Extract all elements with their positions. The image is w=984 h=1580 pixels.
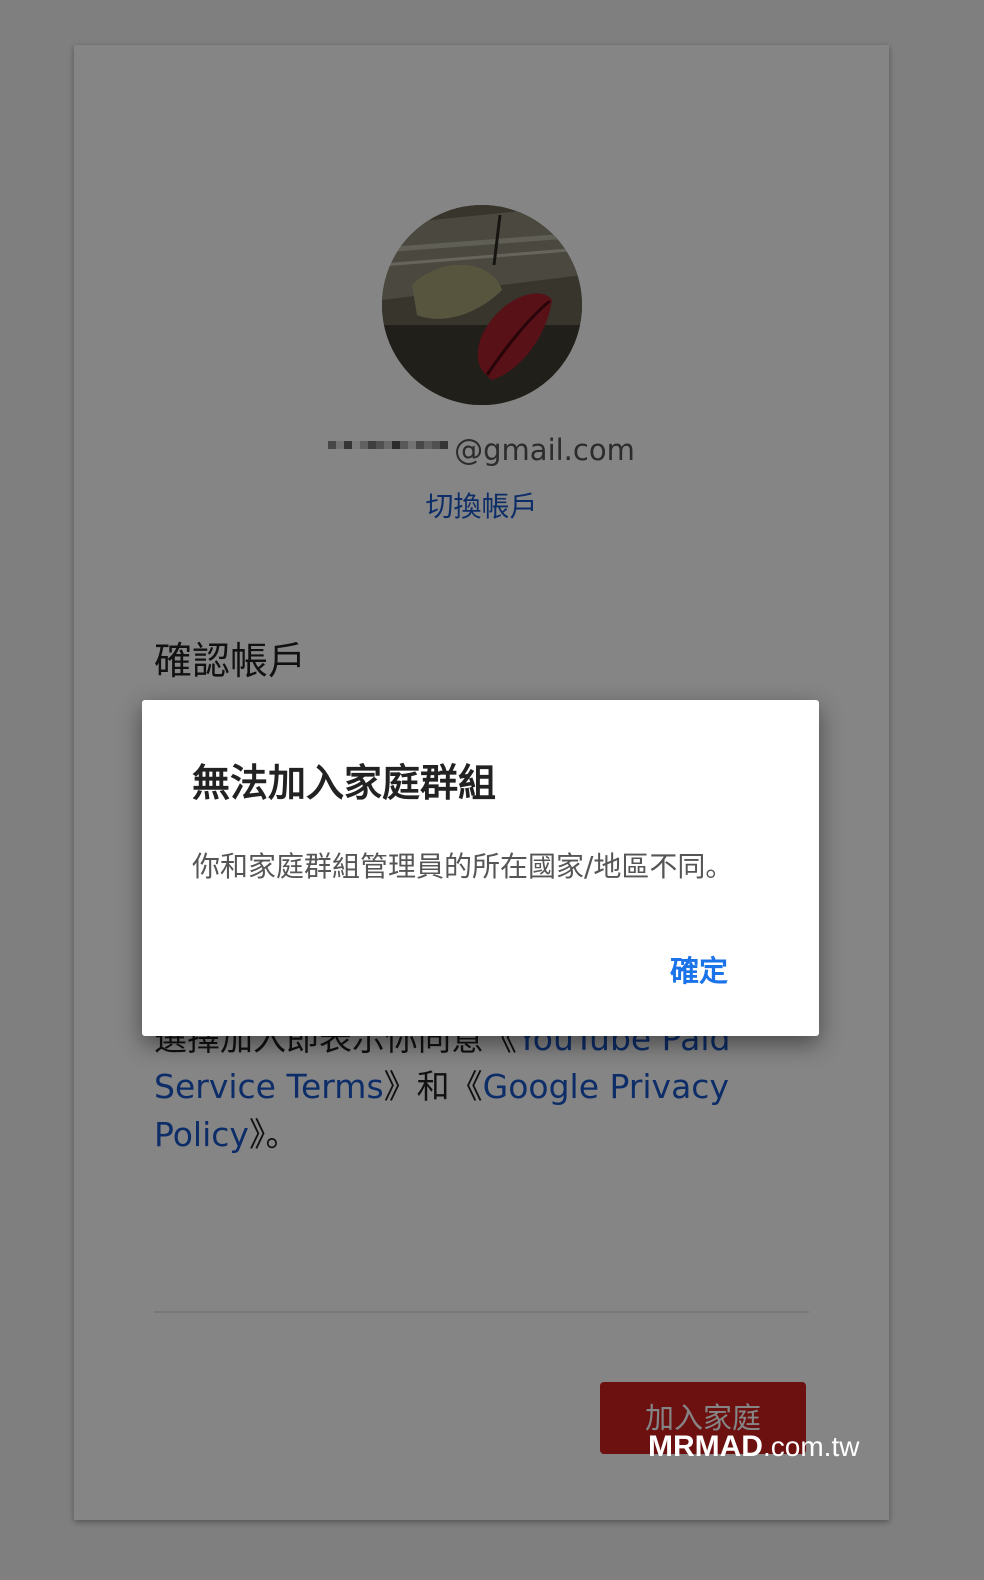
watermark-domain: .com.tw: [762, 1431, 860, 1462]
error-dialog: 無法加入家庭群組 你和家庭群組管理員的所在國家/地區不同。 確定: [142, 700, 819, 1036]
dialog-title: 無法加入家庭群組: [192, 761, 497, 805]
watermark-logo: MRMAD.com.tw: [648, 1430, 859, 1464]
watermark-brand: MRMAD: [648, 1430, 763, 1463]
dialog-message: 你和家庭群組管理員的所在國家/地區不同。: [192, 850, 734, 883]
dialog-ok-button[interactable]: 確定: [670, 948, 728, 990]
